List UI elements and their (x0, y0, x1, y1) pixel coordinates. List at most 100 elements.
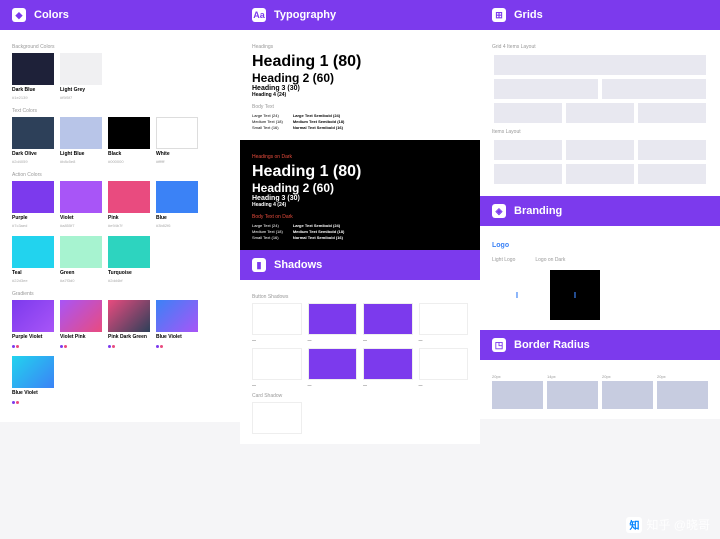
body-text-sample: Small Text (16) (252, 125, 283, 130)
swatch-hex: #ffffff (156, 159, 198, 164)
shadow-label: — (363, 337, 413, 342)
shadow-label: — (308, 382, 358, 387)
swatch: Green#a7f3d0 (60, 236, 102, 283)
colors-title: Colors (34, 9, 69, 21)
watermark: 知 知乎 @晓哥 (626, 516, 710, 533)
swatch: Violet Pink (60, 300, 102, 348)
swatch-color (108, 181, 150, 213)
swatch: Blue Violet (156, 300, 198, 348)
logo-light: I (492, 270, 542, 320)
swatch-hex: #2dd4bf (108, 278, 150, 283)
grids-body: Grid 4 Items Layout Items Layout (480, 30, 720, 196)
h1-dark: Heading 1 (80) (252, 163, 468, 181)
swatch-hex: #22d3ee (12, 278, 54, 283)
radius-header: ◳ Border Radius (480, 330, 720, 360)
body-text-sample: Small Text (16) (252, 235, 283, 240)
swatch-color (12, 300, 54, 332)
shadow-label: — (308, 337, 358, 342)
swatch-name: Pink Dark Green (108, 334, 150, 340)
h2-dark: Heading 2 (60) (252, 181, 468, 195)
swatch-name: Blue Violet (156, 334, 198, 340)
swatch-name: Purple Violet (12, 334, 54, 340)
shadow-box (252, 348, 302, 380)
typography-title: Typography (274, 9, 336, 21)
grids-header: ⊞ Grids (480, 0, 720, 30)
swatch-color (60, 236, 102, 268)
h1: Heading 1 (80) (252, 53, 468, 71)
branding-title: Branding (514, 205, 562, 217)
swatch-color (60, 300, 102, 332)
grid-cell (638, 140, 706, 160)
swatch: Blue#3b82f6 (156, 181, 198, 228)
grid-layout-1-label: Grid 4 Items Layout (492, 44, 708, 50)
palette-icon: ◆ (12, 8, 26, 22)
shadow-box (419, 303, 469, 335)
shadow-label: — (419, 382, 469, 387)
swatch-color (108, 236, 150, 268)
swatch-name: Dark Olive (12, 151, 54, 157)
radius-box (492, 381, 543, 409)
h4: Heading 4 (24) (252, 92, 468, 98)
logo-light-label: Light Logo (492, 257, 515, 263)
headings-label: Headings (252, 44, 468, 50)
swatch: Turquoise#2dd4bf (108, 236, 150, 283)
shadow-icon: ▮ (252, 258, 266, 272)
swatch-hex: #2d4059 (12, 159, 54, 164)
swatch-hex: #e94b7f (108, 223, 150, 228)
swatch-color (12, 53, 54, 85)
shadow-box (363, 303, 413, 335)
swatch: Teal#22d3ee (12, 236, 54, 283)
swatch-color (156, 181, 198, 213)
zhihu-icon: 知 (626, 517, 642, 533)
body-text-sample: Large Text (24) (252, 223, 283, 228)
typography-header: Aa Typography (240, 0, 480, 30)
grid-cell (494, 103, 562, 123)
body-text-sample: Medium Text Semibold (18) (293, 119, 345, 124)
body-text-sample: Medium Text Semibold (18) (293, 229, 345, 234)
swatch: Pink Dark Green (108, 300, 150, 348)
swatch-hex: #f5f5f7 (60, 95, 102, 100)
radius-body: 20px14px20px20px (480, 360, 720, 419)
swatch-color (156, 300, 198, 332)
grid-icon: ⊞ (492, 8, 506, 22)
card-shadow-box (252, 402, 302, 434)
swatch-color (12, 181, 54, 213)
bg-colors-label: Background Colors (12, 44, 228, 50)
radius-label: 14px (547, 374, 598, 379)
shadows-title: Shadows (274, 259, 322, 271)
swatch: Purple#7c3aed (12, 181, 54, 228)
h3: Heading 3 (30) (252, 85, 468, 92)
swatch-color (108, 300, 150, 332)
body-text-sample: Medium Text (18) (252, 119, 283, 124)
swatch: Purple Violet (12, 300, 54, 348)
shadow-box (363, 348, 413, 380)
shadow-box (308, 348, 358, 380)
swatch-color (60, 53, 102, 85)
body-text-sample: Large Text Semibold (24) (293, 223, 345, 228)
typography-dark: Headings on Dark Heading 1 (80) Heading … (240, 140, 480, 250)
swatch-hex: #7c3aed (12, 223, 54, 228)
radius-label: 20px (492, 374, 543, 379)
swatch-name: Light Blue (60, 151, 102, 157)
swatch: Dark Blue#1e2139 (12, 53, 54, 100)
button-shadows-label: Button Shadows (252, 294, 468, 300)
grid-cell (494, 55, 706, 75)
card-shadow-label: Card Shadow (252, 393, 468, 399)
grid-cell (494, 164, 562, 184)
swatch-color (12, 236, 54, 268)
swatch-color (12, 356, 54, 388)
h4-dark: Heading 4 (24) (252, 202, 468, 208)
grid-cell (566, 164, 634, 184)
grid-layout-2-label: Items Layout (492, 129, 708, 135)
gradients-label: Gradients (12, 291, 228, 297)
swatch-name: Violet Pink (60, 334, 102, 340)
colors-body: Background Colors Dark Blue#1e2139 Light … (0, 30, 240, 422)
body-text-sample: Medium Text (18) (252, 229, 283, 234)
swatch-name: Blue (156, 215, 198, 221)
action-colors-label: Action Colors (12, 172, 228, 178)
logo-label: Logo (492, 242, 708, 249)
watermark-text: 知乎 @晓哥 (646, 516, 710, 533)
grid-cell (494, 79, 598, 99)
body-text-sample: Large Text Semibold (24) (293, 113, 345, 118)
swatch-hex: #b8c5e8 (60, 159, 102, 164)
